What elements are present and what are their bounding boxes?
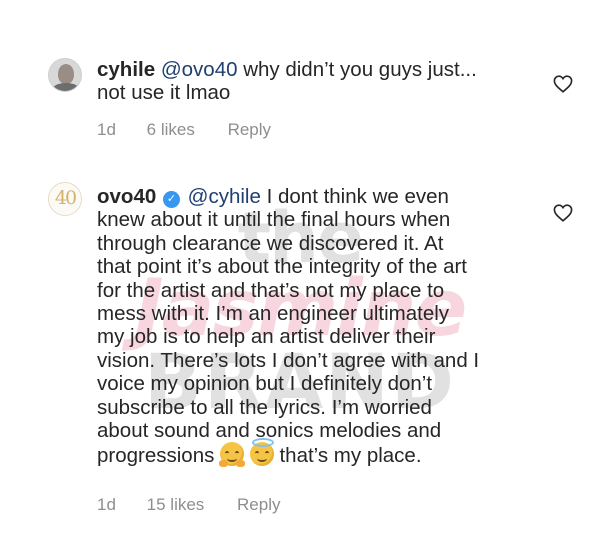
- comment-text-line-3: through clearance we discovered it. At: [97, 231, 444, 255]
- comment-text-tail: that’s my place.: [279, 444, 422, 468]
- comment-text-line-10: subscribe to all the lyrics. I’m worried: [97, 395, 432, 419]
- comment-text-line-2: not use it lmao: [97, 81, 231, 105]
- comment-meta: 1d 6 likes Reply: [97, 120, 271, 140]
- comment-text-line-1: I dont think we even: [266, 185, 449, 208]
- comment-text-line-7: my job is to help an artist deliver thei…: [97, 325, 436, 349]
- ovo40-logo: 40: [54, 187, 77, 209]
- comment-text-line-8: vision. There’s lots I don’t agree with …: [97, 348, 480, 372]
- avatar[interactable]: [48, 58, 82, 92]
- comment-text-line-5: for the artist and that’s not my place t…: [97, 278, 445, 302]
- avatar-head: [58, 64, 74, 84]
- comment-text: why didn’t you guys just...: [243, 58, 477, 81]
- hugging-face-emoji: [219, 442, 246, 468]
- heart-outline-icon[interactable]: [553, 204, 573, 222]
- avatar-shoulders: [52, 83, 80, 91]
- comment-text-line-9: voice my opinion but I definitely don’t: [97, 372, 433, 396]
- comment-text-line-2: knew about it until the final hours when: [97, 208, 451, 232]
- avatar[interactable]: 40: [48, 182, 82, 216]
- comment-text-line-6: mess with it. I’m an engineer ultimately: [97, 302, 450, 326]
- username-link[interactable]: ovo40: [97, 185, 156, 208]
- timestamp: 1d: [97, 495, 116, 514]
- timestamp: 1d: [97, 120, 116, 139]
- comment-body: ovo40 ✓ @cyhile I dont think we even kne…: [97, 185, 567, 468]
- smiling-face-with-halo-emoji: [249, 438, 274, 467]
- likes-count[interactable]: 6 likes: [147, 120, 195, 140]
- verified-badge-icon: ✓: [162, 191, 180, 208]
- comment-meta: 1d 15 likes Reply: [97, 495, 281, 515]
- reply-button[interactable]: Reply: [228, 120, 271, 140]
- comment-text-line-4: that point it’s about the integrity of t…: [97, 255, 467, 279]
- mention-link[interactable]: @cyhile: [188, 185, 261, 208]
- username-link[interactable]: cyhile: [97, 58, 155, 81]
- mention-link[interactable]: @ovo40: [161, 58, 238, 81]
- comment-text-line-12: progressions: [97, 444, 215, 468]
- comment-body: cyhile @ovo40 why didn’t you guys just..…: [97, 58, 557, 105]
- reply-button[interactable]: Reply: [237, 495, 280, 515]
- likes-count[interactable]: 15 likes: [147, 495, 205, 515]
- heart-outline-icon[interactable]: [553, 75, 573, 93]
